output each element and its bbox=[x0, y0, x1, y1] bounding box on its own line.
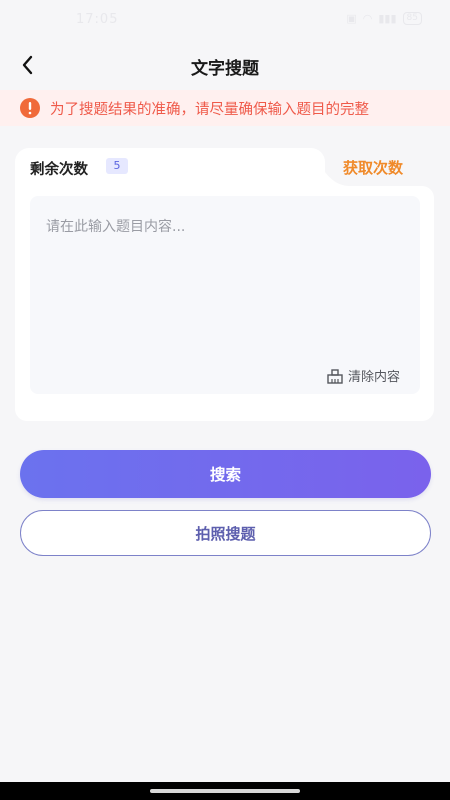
remaining-count-badge: 5 bbox=[106, 158, 128, 174]
nav-bar: 文字搜题 bbox=[0, 44, 450, 88]
get-count-link[interactable]: 获取次数 bbox=[343, 157, 403, 178]
warning-icon bbox=[20, 98, 40, 118]
remaining-count-label: 剩余次数 bbox=[30, 162, 88, 178]
status-bar: 17:05 ▣ ◠ ▮▮▮ 85 bbox=[0, 0, 450, 40]
status-time: 17:05 bbox=[76, 12, 119, 27]
battery-icon: 85 bbox=[402, 12, 422, 25]
wifi-icon: ◠ bbox=[362, 12, 373, 25]
signal-icon: ▮▮▮ bbox=[378, 12, 397, 25]
status-icons: ▣ ◠ ▮▮▮ 85 bbox=[346, 12, 422, 25]
picture-icon: ▣ bbox=[346, 12, 357, 25]
question-input[interactable] bbox=[30, 196, 420, 346]
clear-content-button[interactable]: 清除内容 bbox=[326, 366, 400, 385]
photo-search-button[interactable]: 拍照搜题 bbox=[20, 510, 431, 556]
question-input-area: 清除内容 bbox=[30, 196, 420, 394]
broom-icon bbox=[327, 368, 343, 384]
home-indicator[interactable] bbox=[150, 789, 300, 793]
notice-banner: 为了搜题结果的准确，请尽量确保输入题目的完整 bbox=[0, 90, 450, 126]
notice-text: 为了搜题结果的准确，请尽量确保输入题目的完整 bbox=[50, 101, 369, 118]
clear-content-label: 清除内容 bbox=[347, 370, 400, 385]
search-button[interactable]: 搜索 bbox=[20, 450, 431, 498]
page-title: 文字搜题 bbox=[191, 59, 259, 79]
